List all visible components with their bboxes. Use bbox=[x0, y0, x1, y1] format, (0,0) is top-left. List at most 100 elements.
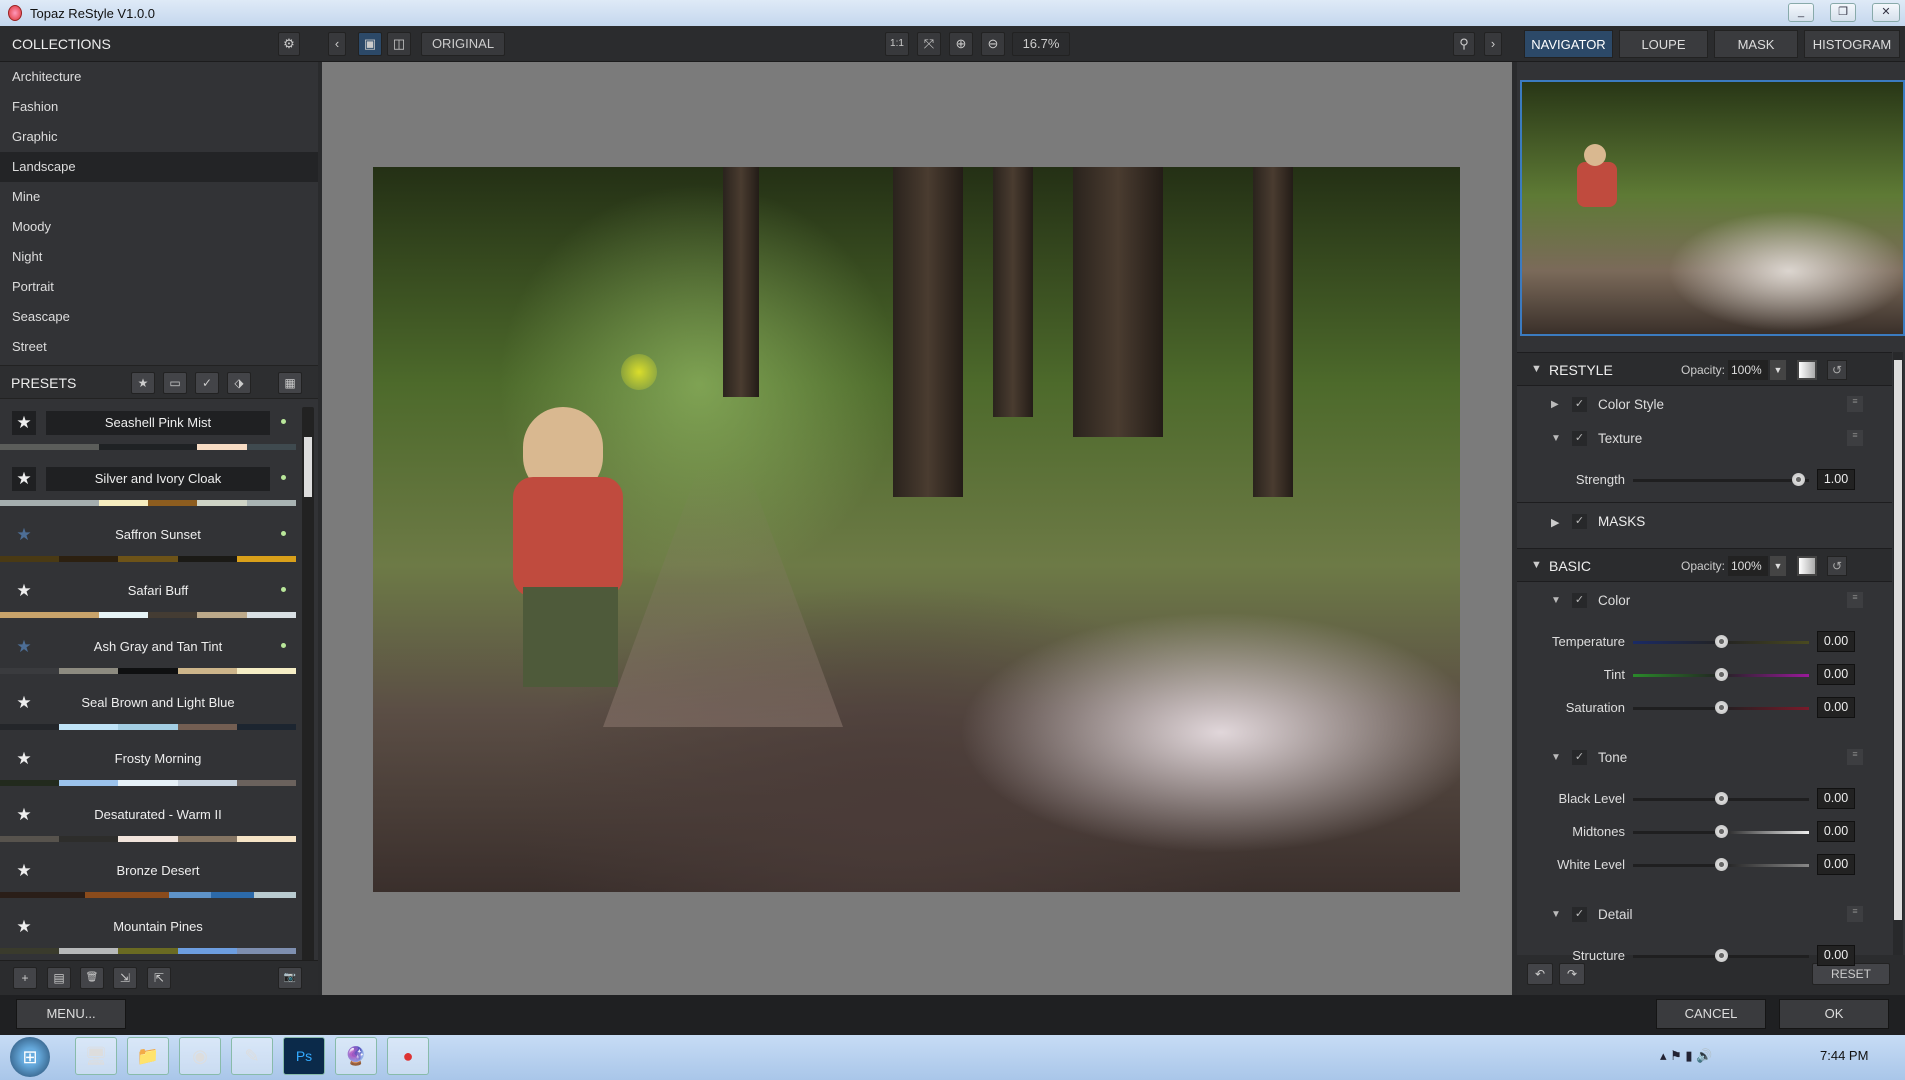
star-icon[interactable]: ★ bbox=[12, 635, 36, 659]
next-button[interactable]: › bbox=[1484, 32, 1502, 56]
preset-item[interactable]: ★ Safari Buff bbox=[0, 573, 298, 629]
star-icon[interactable]: ★ bbox=[12, 523, 36, 547]
star-icon[interactable]: ★ bbox=[12, 467, 36, 491]
original-button[interactable]: ORIGINAL bbox=[421, 32, 505, 56]
preset-item[interactable]: ★ Silver and Ivory Cloak bbox=[0, 461, 298, 517]
star-icon[interactable]: ★ bbox=[12, 411, 36, 435]
preset-item[interactable]: ★ Saffron Sunset bbox=[0, 517, 298, 573]
slider-knob[interactable] bbox=[1715, 701, 1728, 714]
slider-tint[interactable]: Tint 0.00 bbox=[1517, 662, 1892, 688]
collapse-icon[interactable]: ▼ bbox=[1551, 595, 1561, 606]
chevron-down-icon[interactable]: ▼ bbox=[1770, 556, 1786, 576]
favorite-folder-button[interactable]: ★ bbox=[131, 372, 155, 394]
collapse-icon[interactable]: ▼ bbox=[1551, 909, 1561, 920]
folder-button[interactable]: ▭ bbox=[163, 372, 187, 394]
collapse-icon[interactable]: ▼ bbox=[1551, 752, 1561, 763]
taskbar-app[interactable]: ✎ bbox=[231, 1037, 273, 1075]
tab-loupe[interactable]: LOUPE bbox=[1619, 30, 1708, 58]
minimize-button[interactable]: _ bbox=[1788, 3, 1814, 22]
slider-value[interactable]: 0.00 bbox=[1817, 821, 1855, 842]
slider-knob[interactable] bbox=[1715, 635, 1728, 648]
menu-button[interactable]: MENU... bbox=[16, 999, 126, 1029]
chevron-down-icon[interactable]: ▼ bbox=[1770, 360, 1786, 380]
slider-value[interactable]: 0.00 bbox=[1817, 788, 1855, 809]
preset-item[interactable]: ★ Desaturated - Warm II bbox=[0, 797, 298, 853]
taskbar-app[interactable]: ● bbox=[387, 1037, 429, 1075]
taskbar-app[interactable]: 🔮 bbox=[335, 1037, 377, 1075]
reset-section-icon[interactable]: ↺ bbox=[1827, 556, 1847, 576]
settings-icon[interactable]: ≡ bbox=[1847, 396, 1863, 412]
basic-opacity-input[interactable]: 100% bbox=[1728, 556, 1768, 576]
star-icon[interactable]: ★ bbox=[12, 747, 36, 771]
tab-histogram[interactable]: HISTOGRAM bbox=[1804, 30, 1900, 58]
presets-scrollbar[interactable] bbox=[302, 407, 314, 962]
preset-item[interactable]: ★ Seal Brown and Light Blue bbox=[0, 685, 298, 741]
gradient-mask-button[interactable] bbox=[1797, 360, 1817, 380]
fit-button[interactable]: ⤧ bbox=[917, 32, 941, 56]
preset-item[interactable]: ★ Mountain Pines bbox=[0, 909, 298, 965]
checked-folder-button[interactable]: ✓ bbox=[195, 372, 219, 394]
detail-checkbox[interactable]: ✓ bbox=[1572, 907, 1587, 922]
detail-group-header[interactable]: ▼ ✓ Detail ≡ bbox=[1517, 903, 1892, 929]
collection-item[interactable]: Seascape bbox=[0, 302, 318, 332]
pin-button[interactable]: ⚲ bbox=[1453, 32, 1475, 56]
restyle-section-header[interactable]: ▼ RESTYLE Opacity: 100% ▼ ↺ bbox=[1517, 352, 1892, 386]
slider-temperature[interactable]: Temperature 0.00 bbox=[1517, 629, 1892, 655]
slider-value[interactable]: 0.00 bbox=[1817, 945, 1855, 966]
preview-image[interactable] bbox=[373, 167, 1460, 892]
split-view-button[interactable]: ◫ bbox=[387, 32, 411, 56]
strength-slider[interactable]: Strength 1.00 bbox=[1517, 467, 1892, 493]
ok-button[interactable]: OK bbox=[1779, 999, 1889, 1029]
add-preset-button[interactable]: + bbox=[13, 967, 37, 989]
collections-settings-button[interactable]: ⚙ bbox=[278, 32, 300, 56]
canvas-area[interactable] bbox=[322, 62, 1512, 995]
slider-knob[interactable] bbox=[1792, 473, 1806, 486]
slider-value[interactable]: 0.00 bbox=[1817, 664, 1855, 685]
restyle-opacity-input[interactable]: 100% bbox=[1728, 360, 1768, 380]
gradient-mask-button[interactable] bbox=[1797, 556, 1817, 576]
slider-knob[interactable] bbox=[1715, 858, 1728, 871]
slider-knob[interactable] bbox=[1715, 949, 1728, 962]
slider-structure[interactable]: Structure 0.00 bbox=[1517, 943, 1892, 969]
settings-icon[interactable]: ≡ bbox=[1847, 592, 1863, 608]
zoom-out-button[interactable]: ⊖ bbox=[981, 32, 1005, 56]
star-icon[interactable]: ★ bbox=[12, 803, 36, 827]
masks-row[interactable]: ▶ ✓ MASKS bbox=[1517, 502, 1892, 542]
prev-button[interactable]: ‹ bbox=[328, 32, 346, 56]
settings-icon[interactable]: ≡ bbox=[1847, 906, 1863, 922]
preset-item[interactable]: ★ Frosty Morning bbox=[0, 741, 298, 797]
masks-checkbox[interactable]: ✓ bbox=[1572, 514, 1587, 529]
collection-item[interactable]: Night bbox=[0, 242, 318, 272]
preset-item[interactable]: ★ Bronze Desert bbox=[0, 853, 298, 909]
tone-group-header[interactable]: ▼ ✓ Tone ≡ bbox=[1517, 746, 1892, 772]
navigator-thumbnail[interactable] bbox=[1520, 80, 1905, 336]
slider-midtones[interactable]: Midtones 0.00 bbox=[1517, 819, 1892, 845]
color-style-checkbox[interactable]: ✓ bbox=[1572, 397, 1587, 412]
settings-icon[interactable]: ≡ bbox=[1847, 749, 1863, 765]
collection-item[interactable]: Architecture bbox=[0, 62, 318, 92]
star-icon[interactable]: ★ bbox=[12, 579, 36, 603]
collection-item[interactable]: Landscape bbox=[0, 152, 318, 182]
color-checkbox[interactable]: ✓ bbox=[1572, 593, 1587, 608]
one-to-one-button[interactable]: 1:1 bbox=[885, 32, 909, 56]
reset-section-icon[interactable]: ↺ bbox=[1827, 360, 1847, 380]
grid-view-button[interactable]: ▦ bbox=[278, 372, 302, 394]
color-style-row[interactable]: ▶ ✓ Color Style ≡ bbox=[1517, 393, 1892, 419]
collection-item[interactable]: Street bbox=[0, 332, 318, 362]
collection-item[interactable]: Mine bbox=[0, 182, 318, 212]
taskbar-app[interactable]: ◉ bbox=[179, 1037, 221, 1075]
slider-value[interactable]: 1.00 bbox=[1817, 469, 1855, 490]
collection-item[interactable]: Moody bbox=[0, 212, 318, 242]
star-icon[interactable]: ★ bbox=[12, 859, 36, 883]
taskbar-app[interactable]: Ps bbox=[283, 1037, 325, 1075]
zoom-level[interactable]: 16.7% bbox=[1012, 32, 1070, 56]
taskbar-app[interactable]: 📁 bbox=[127, 1037, 169, 1075]
slider-knob[interactable] bbox=[1715, 668, 1728, 681]
slider-black-level[interactable]: Black Level 0.00 bbox=[1517, 786, 1892, 812]
slider-knob[interactable] bbox=[1715, 792, 1728, 805]
texture-checkbox[interactable]: ✓ bbox=[1572, 431, 1587, 446]
slider-white-level[interactable]: White Level 0.00 bbox=[1517, 852, 1892, 878]
basic-section-header[interactable]: ▼ BASIC Opacity: 100% ▼ ↺ bbox=[1517, 548, 1892, 582]
preset-item[interactable]: ★ Seashell Pink Mist bbox=[0, 405, 298, 461]
slider-value[interactable]: 0.00 bbox=[1817, 854, 1855, 875]
